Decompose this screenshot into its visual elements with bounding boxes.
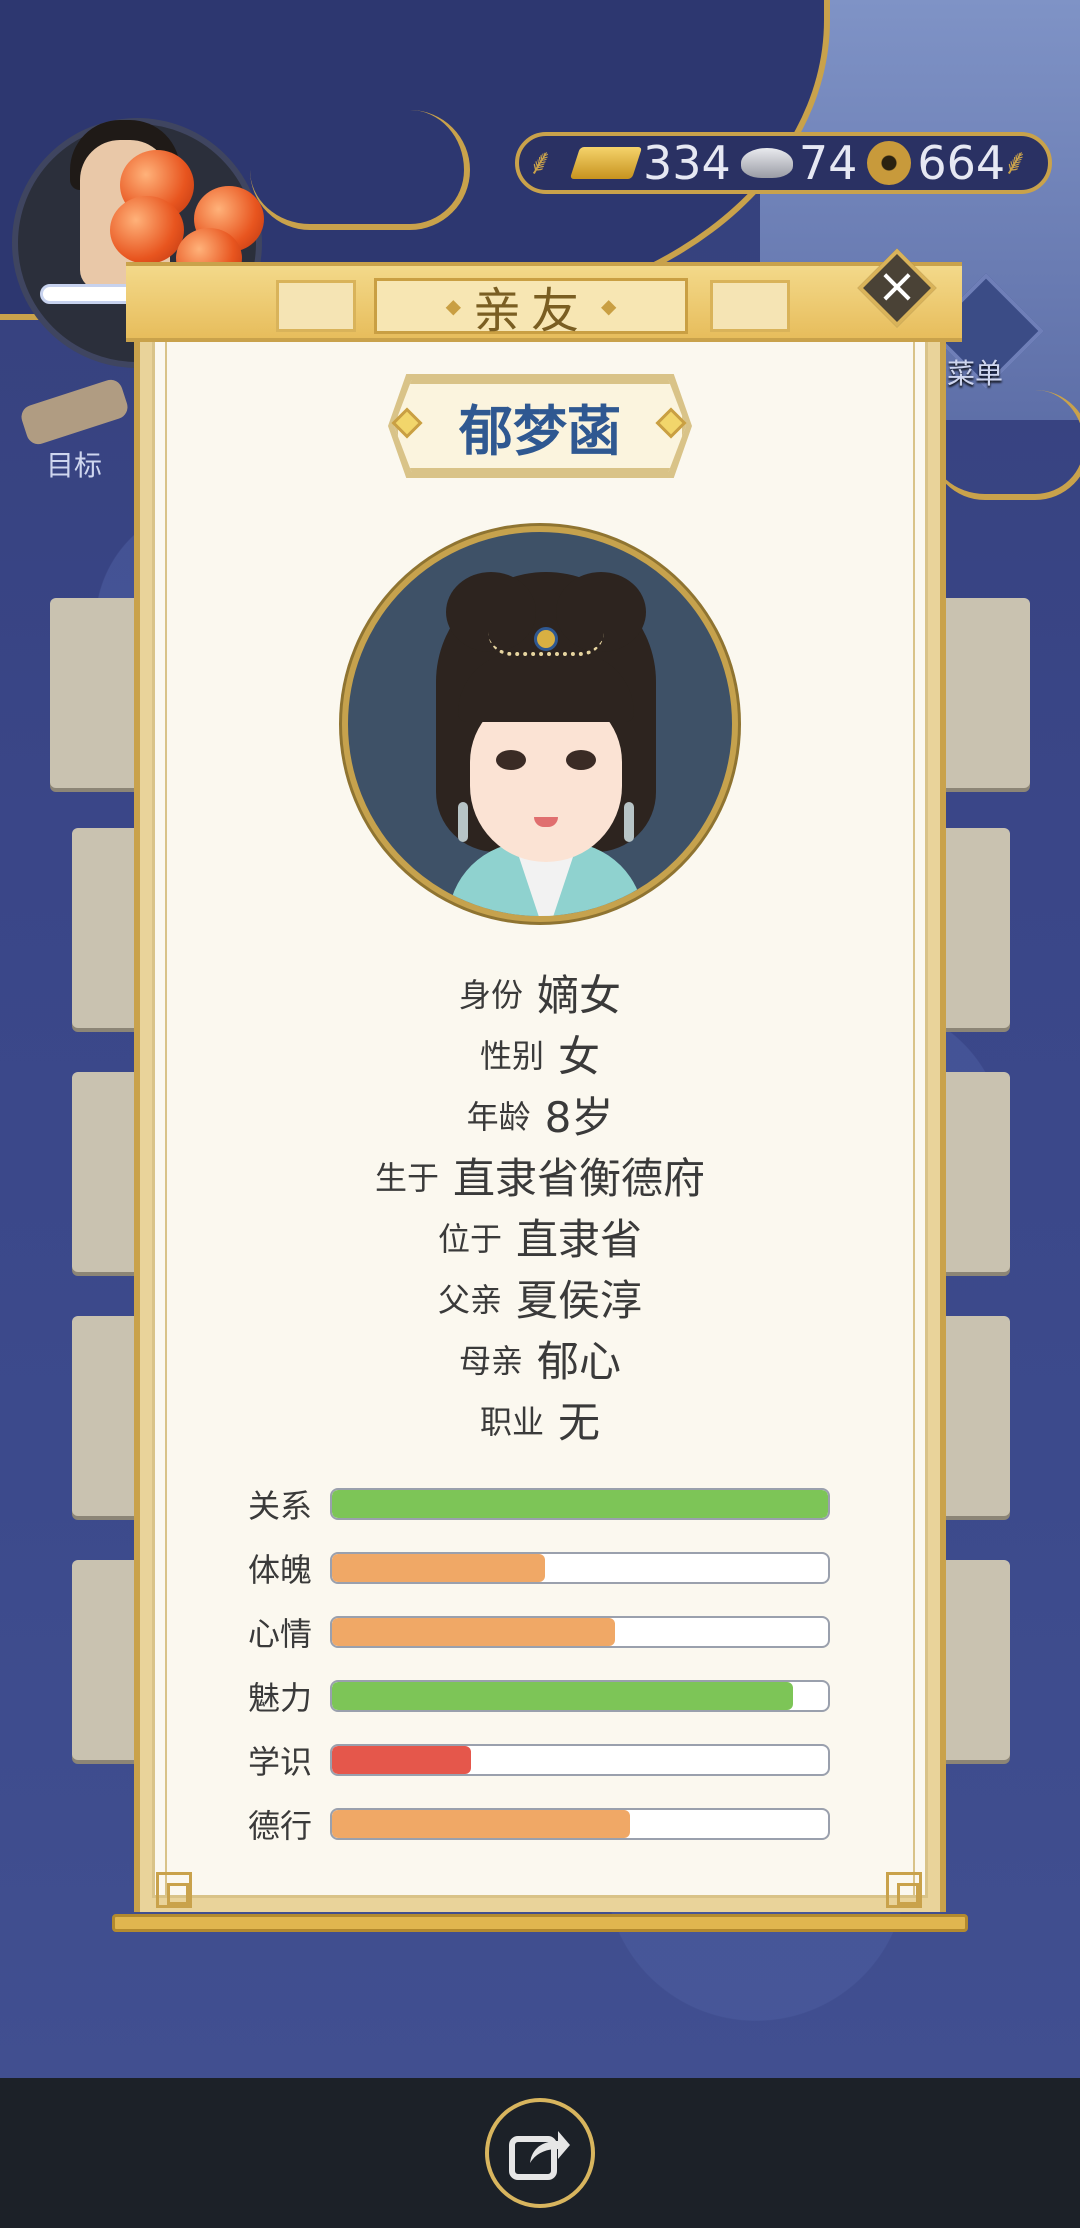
stat-track <box>330 1488 830 1520</box>
stat-track <box>330 1552 830 1584</box>
corner-ornament-icon <box>156 1872 192 1908</box>
title-dot-icon: ◆ <box>445 294 461 318</box>
portrait-jewel <box>534 627 558 651</box>
stat-row-knowledge: 学识 <box>248 1728 848 1792</box>
info-row-age: 年龄 8岁 <box>134 1084 946 1145</box>
info-value: 8岁 <box>544 1093 614 1142</box>
stat-track <box>330 1680 830 1712</box>
close-icon[interactable]: × <box>869 258 925 314</box>
portrait-earring <box>624 802 634 842</box>
stat-label: 心情 <box>248 1615 313 1653</box>
dialog-title-plate: ◆ 亲友 ◆ <box>374 278 688 339</box>
header-ornament <box>710 280 790 332</box>
stat-label: 魅力 <box>248 1679 313 1717</box>
stat-track <box>330 1808 830 1840</box>
portrait-earring <box>458 802 468 842</box>
info-row-location: 位于 直隶省 <box>134 1206 946 1267</box>
stat-row-relationship: 关系 <box>248 1472 848 1536</box>
info-label: 职业 <box>479 1402 544 1441</box>
portrait-bangs <box>458 652 634 722</box>
character-portrait <box>342 526 738 922</box>
info-value: 郁心 <box>537 1337 622 1386</box>
title-dot-icon: ◆ <box>601 294 617 318</box>
info-label: 生于 <box>374 1158 439 1197</box>
info-label: 性别 <box>479 1036 544 1075</box>
scroll-rod <box>112 1914 968 1932</box>
info-label: 年龄 <box>466 1097 531 1136</box>
info-value: 直隶省衡德府 <box>453 1154 706 1203</box>
stat-fill <box>332 1682 794 1710</box>
stat-row-physique: 体魄 <box>248 1536 848 1600</box>
character-info-list: 身份 嫡女 性别 女 年龄 8岁 生于 直隶省衡德府 位于 直隶省 父亲 夏侯淳… <box>134 962 946 1450</box>
gold-bar-icon <box>569 147 643 179</box>
dialog-header: ◆ 亲友 ◆ <box>126 262 962 342</box>
info-row-occupation: 职业 无 <box>134 1389 946 1450</box>
info-row-gender: 性别 女 <box>134 1023 946 1084</box>
resource-bar: ⸙ 334 74 664 ⸙ <box>515 132 1052 194</box>
portrait-eye <box>566 750 596 770</box>
info-value: 夏侯淳 <box>516 1276 643 1325</box>
stat-track <box>330 1616 830 1648</box>
portrait-eye <box>496 750 526 770</box>
stat-label: 关系 <box>248 1487 313 1525</box>
share-button[interactable] <box>485 2098 595 2208</box>
silver-ingot-icon <box>740 148 793 178</box>
info-value: 无 <box>558 1398 601 1447</box>
stat-label: 体魄 <box>248 1551 313 1589</box>
stat-fill <box>332 1618 615 1646</box>
name-plate: 郁梦菡 <box>394 380 686 472</box>
attribute-bars: 关系 体魄 心情 魅力 学识 德行 <box>248 1472 848 1856</box>
dialog-title: 亲友 <box>472 283 589 339</box>
gold-count: 334 <box>643 136 731 190</box>
background-cloud <box>250 110 470 230</box>
goal-label: 目标 <box>46 449 103 482</box>
info-value: 直隶省 <box>516 1215 643 1264</box>
header-ornament <box>276 280 356 332</box>
menu-label: 菜单 <box>947 357 1004 390</box>
info-value: 女 <box>558 1032 601 1081</box>
stat-row-virtue: 德行 <box>248 1792 848 1856</box>
stat-fill <box>332 1810 630 1838</box>
stat-track <box>330 1744 830 1776</box>
stat-row-mood: 心情 <box>248 1600 848 1664</box>
stat-label: 学识 <box>248 1743 313 1781</box>
info-row-identity: 身份 嫡女 <box>134 962 946 1023</box>
info-row-mother: 母亲 郁心 <box>134 1328 946 1389</box>
stat-row-charm: 魅力 <box>248 1664 848 1728</box>
stat-fill <box>332 1746 471 1774</box>
stat-label: 德行 <box>248 1807 313 1845</box>
info-label: 身份 <box>458 975 523 1014</box>
info-label: 位于 <box>437 1219 502 1258</box>
info-row-father: 父亲 夏侯淳 <box>134 1267 946 1328</box>
share-icon <box>509 2131 570 2180</box>
character-name: 郁梦菡 <box>459 399 621 463</box>
info-value: 嫡女 <box>537 971 622 1020</box>
info-label: 父亲 <box>437 1280 502 1319</box>
coin-count: 664 <box>917 136 1006 190</box>
bamboo-left-icon: ⸙ <box>527 142 555 183</box>
candied-fruit-icon <box>110 196 184 264</box>
corner-ornament-icon <box>886 1872 922 1908</box>
info-row-birthplace: 生于 直隶省衡德府 <box>134 1145 946 1206</box>
coin-icon <box>867 141 912 185</box>
bamboo-right-icon: ⸙ <box>1002 142 1030 183</box>
stat-fill <box>332 1490 828 1518</box>
info-label: 母亲 <box>458 1341 523 1380</box>
silver-count: 74 <box>798 136 858 190</box>
background-cloud <box>930 390 1080 500</box>
stat-fill <box>332 1554 546 1582</box>
relative-detail-dialog: ◆ 亲友 ◆ × 郁梦菡 身份 嫡女 性别 女 年龄 8岁 生于 直隶省衡德府 … <box>112 248 968 1932</box>
